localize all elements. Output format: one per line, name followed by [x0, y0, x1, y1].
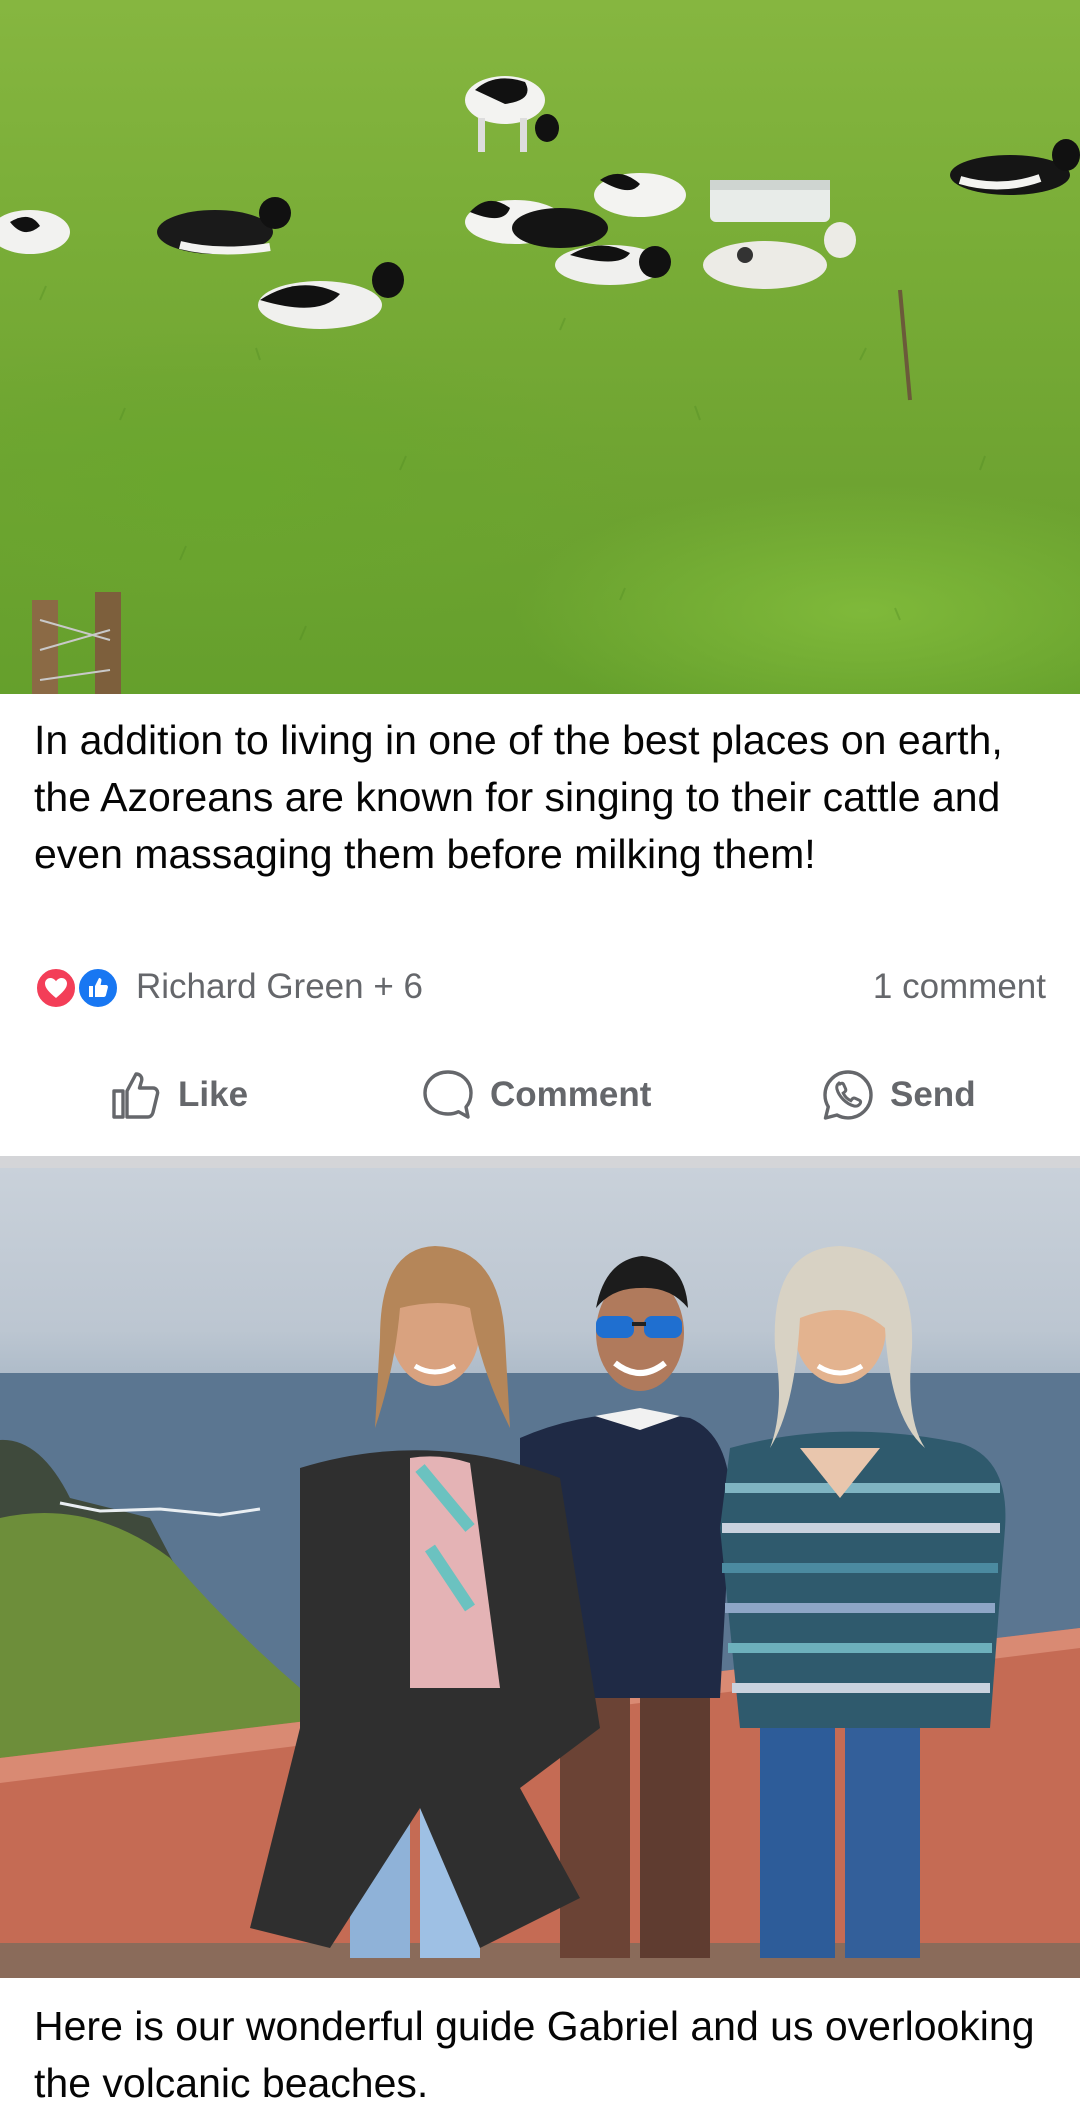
- feed-separator: [0, 1156, 1080, 1168]
- water-trough: [710, 180, 830, 222]
- woman-left-figure: [250, 1246, 600, 1958]
- news-feed: In addition to living in one of the best…: [0, 0, 1080, 2109]
- like-label: Like: [178, 1075, 249, 1114]
- people-illustration: [0, 1246, 1080, 1978]
- like-button[interactable]: Like: [108, 1067, 248, 1123]
- send-label: Send: [890, 1075, 976, 1114]
- fence-posts: [32, 289, 912, 694]
- post-action-bar: Like Comment Send: [0, 1060, 1080, 1130]
- cows-resting: [0, 139, 1080, 329]
- like-reaction-icon: [76, 966, 120, 1010]
- reaction-names[interactable]: Richard Green + 6: [136, 967, 423, 1007]
- reaction-icons: [34, 964, 124, 1010]
- comment-bubble-icon: [423, 1070, 473, 1119]
- thumbs-up-icon: [112, 1072, 160, 1119]
- reactions-left[interactable]: Richard Green + 6: [34, 964, 423, 1010]
- post-caption: In addition to living in one of the best…: [34, 717, 1003, 877]
- reactions-summary[interactable]: Richard Green + 6 1 comment: [0, 962, 1080, 1012]
- comment-button[interactable]: Comment: [420, 1067, 651, 1123]
- cows-illustration: [0, 76, 1080, 694]
- comment-count[interactable]: 1 comment: [873, 967, 1046, 1007]
- post-caption-2: Here is our wonderful guide Gabriel and …: [34, 2003, 1035, 2106]
- whatsapp-icon: [823, 1070, 873, 1120]
- post-photo-people[interactable]: [0, 1168, 1080, 1978]
- heart-icon: [34, 966, 78, 1010]
- comment-label: Comment: [490, 1075, 652, 1114]
- cow-standing: [465, 76, 559, 152]
- send-button[interactable]: Send: [820, 1067, 976, 1123]
- post-photo-cows[interactable]: [0, 0, 1080, 694]
